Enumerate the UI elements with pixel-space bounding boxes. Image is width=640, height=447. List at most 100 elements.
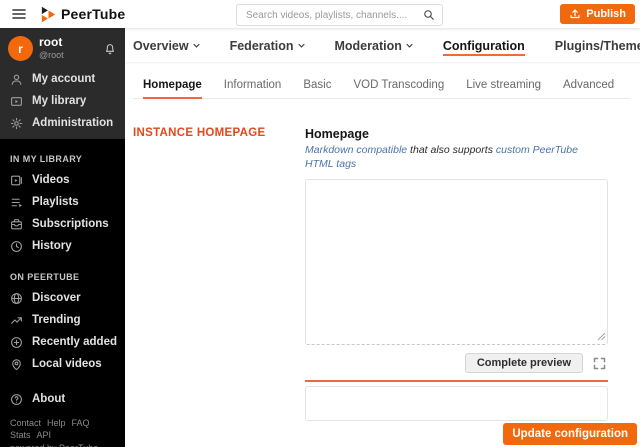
chevron-down-icon: [406, 43, 413, 48]
update-configuration-button[interactable]: Update configuration: [503, 423, 637, 445]
tab-advanced[interactable]: Advanced: [563, 79, 614, 98]
bell-icon: [103, 42, 117, 56]
tab-information[interactable]: Information: [224, 79, 282, 98]
homepage-textarea[interactable]: [305, 179, 608, 346]
sidebar-section-title: IN MY LIBRARY: [10, 154, 83, 164]
sidebar-item-administration[interactable]: Administration: [0, 112, 125, 134]
sidebar-item-discover[interactable]: Discover: [0, 287, 125, 309]
sidebar-item-about[interactable]: About: [0, 388, 125, 410]
sidebar-item-label: Administration: [32, 117, 114, 129]
sidebar-item-label: History: [32, 240, 72, 252]
sidebar-top-section: r root @root My account My library Admin…: [0, 28, 125, 139]
sidebar-item-local-videos[interactable]: Local videos: [0, 353, 125, 375]
chevron-down-icon: [297, 43, 305, 48]
nav-item-label: Configuration: [442, 38, 525, 53]
complete-preview-button[interactable]: Complete preview: [464, 353, 583, 374]
sidebar-item-my-account[interactable]: My account: [0, 68, 125, 90]
nav-item-label: Plugins/Themes: [554, 38, 640, 53]
sidebar-footer-partial-text: powered by PeerTube: [0, 440, 125, 447]
sidebar-item-label: My library: [32, 95, 87, 107]
user-name: root: [39, 35, 63, 50]
tab-live-streaming[interactable]: Live streaming: [466, 79, 541, 98]
home-link[interactable]: PeerTube: [39, 6, 125, 23]
tab-vod-transcoding[interactable]: VOD Transcoding: [353, 79, 444, 98]
form-left-column: INSTANCE HOMEPAGE: [133, 127, 305, 421]
top-bar: PeerTube Publish: [0, 0, 640, 28]
sidebar-item-label: Playlists: [32, 196, 79, 208]
homepage-form: INSTANCE HOMEPAGE Homepage Markdown comp…: [125, 99, 640, 422]
homepage-textarea-wrap: [305, 179, 608, 346]
publish-button[interactable]: Publish: [560, 4, 635, 24]
playlist-icon: [10, 196, 23, 209]
markdown-hint: Markdown compatible that also supports c…: [305, 144, 608, 171]
tab-homepage[interactable]: Homepage: [143, 79, 202, 99]
footer-link-api[interactable]: API: [37, 430, 52, 440]
globe-icon: [10, 292, 23, 305]
maximize-editor-button[interactable]: [592, 355, 608, 371]
markdown-compatible-link[interactable]: Markdown compatible: [305, 144, 407, 156]
nav-item-overview[interactable]: Overview: [133, 35, 200, 56]
peertube-app: PeerTube Publish r root: [0, 0, 640, 447]
peertube-logo-icon: [39, 6, 56, 23]
user-names: root @root: [39, 35, 97, 61]
sidebar-item-label: Videos: [32, 174, 70, 186]
field-label: Homepage: [305, 127, 369, 141]
sidebar-item-subscriptions[interactable]: Subscriptions: [0, 213, 125, 235]
search-box: [236, 4, 443, 26]
trending-icon: [10, 314, 23, 327]
publish-label: Publish: [586, 8, 626, 20]
hamburger-icon: [11, 6, 27, 22]
footer-link-faq[interactable]: FAQ: [72, 418, 90, 428]
subscriptions-icon: [10, 218, 23, 231]
user-menu[interactable]: r root @root: [0, 28, 125, 68]
sidebar-item-my-library[interactable]: My library: [0, 90, 125, 112]
nav-item-label: Moderation: [334, 38, 402, 53]
admin-nav: Overview Federation Moderation Configura…: [125, 28, 640, 62]
expand-icon: [592, 356, 608, 371]
nav-item-federation[interactable]: Federation: [230, 35, 305, 56]
sidebar-item-recently-added[interactable]: Recently added: [0, 331, 125, 353]
search-submit-button[interactable]: [423, 9, 442, 21]
nav-item-moderation[interactable]: Moderation: [335, 35, 413, 56]
history-icon: [10, 240, 23, 253]
search-icon: [423, 9, 435, 21]
form-right-column: Homepage Markdown compatible that also s…: [305, 127, 608, 422]
sidebar-item-label: Trending: [32, 314, 81, 326]
main-content: Overview Federation Moderation Configura…: [125, 28, 640, 447]
sidebar-item-label: Discover: [32, 292, 81, 304]
markdown-preview-area: [305, 386, 608, 422]
sidebar-item-history[interactable]: History: [0, 235, 125, 257]
footer-link-contact[interactable]: Contact: [10, 418, 41, 428]
search-input[interactable]: [237, 9, 423, 21]
preview-controls: Complete preview: [305, 353, 608, 374]
map-pin-icon: [10, 358, 23, 371]
sidebar-item-label: About: [32, 393, 66, 405]
sidebar-item-label: Recently added: [32, 336, 117, 348]
footer-link-stats[interactable]: Stats: [10, 430, 31, 440]
library-icon: [10, 95, 23, 108]
sidebar-section-title: ON PEERTUBE: [10, 272, 80, 282]
sidebar-footer-links: Contact Help FAQ Stats API: [0, 410, 125, 440]
plus-circle-icon: [10, 336, 23, 349]
user-icon: [10, 73, 23, 86]
user-handle: @root: [39, 50, 64, 60]
question-circle-icon: [10, 393, 23, 406]
sidebar-item-trending[interactable]: Trending: [0, 309, 125, 331]
hint-middle-text: that also supports: [407, 144, 496, 156]
nav-item-plugins-themes[interactable]: Plugins/Themes: [555, 35, 640, 56]
notifications-button[interactable]: [103, 41, 117, 56]
nav-item-configuration[interactable]: Configuration: [442, 35, 525, 56]
sidebar-item-videos[interactable]: Videos: [0, 169, 125, 191]
hamburger-menu-button[interactable]: [8, 3, 30, 25]
avatar: r: [8, 36, 33, 61]
brand-title: PeerTube: [61, 6, 126, 22]
upload-icon: [569, 8, 581, 20]
footer-link-help[interactable]: Help: [47, 418, 66, 428]
gear-icon: [10, 117, 23, 130]
tab-basic[interactable]: Basic: [303, 79, 331, 98]
section-heading: INSTANCE HOMEPAGE: [133, 127, 266, 139]
video-icon: [10, 174, 23, 187]
nav-item-label: Federation: [229, 38, 294, 53]
sidebar-item-label: Subscriptions: [32, 218, 109, 230]
sidebar-item-playlists[interactable]: Playlists: [0, 191, 125, 213]
